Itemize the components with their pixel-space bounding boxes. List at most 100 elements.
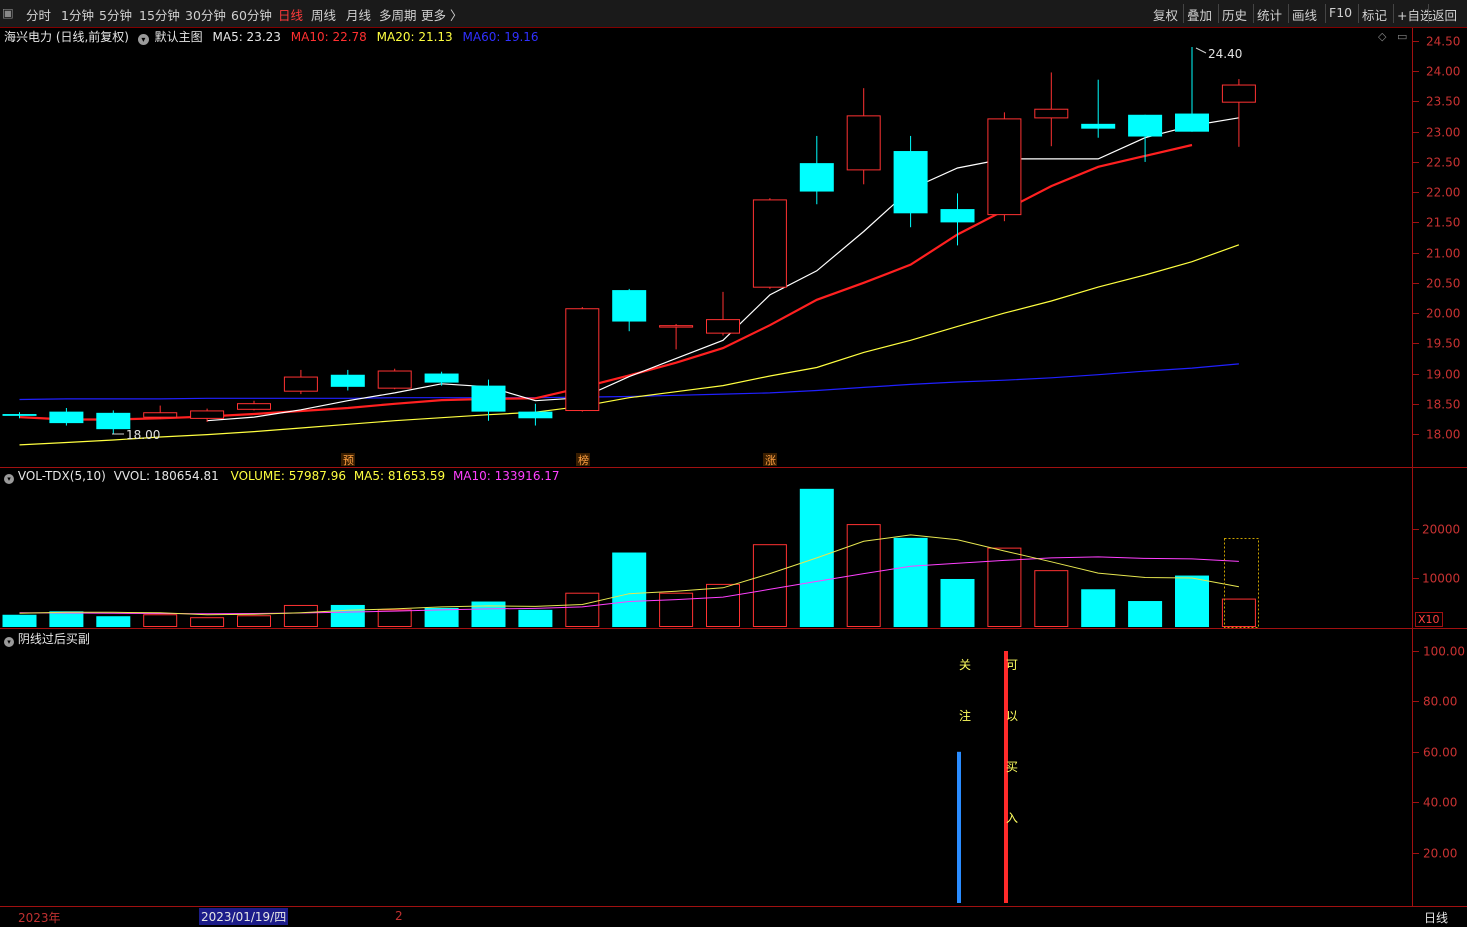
candle-body-down [799, 163, 834, 192]
volume-bar-up [283, 604, 318, 628]
main-header: 海兴电力 (日线,前复权) ▾ 默认主图 MA5: 23.23 MA10: 22… [4, 28, 539, 45]
template-icon[interactable]: ▾ [137, 34, 149, 45]
volume-bar-up [752, 544, 787, 627]
watch-char-1: 关 [959, 658, 972, 672]
candle [706, 291, 740, 336]
signal-bar-0 [957, 751, 961, 903]
volume-bar-down [471, 601, 506, 627]
candle [987, 112, 1022, 222]
y-tick-label: 20.50 [1426, 277, 1460, 291]
y-tick-label: 20.00 [1426, 307, 1460, 321]
candle [565, 307, 600, 412]
buy-char-1: 可 [1006, 658, 1019, 672]
volume-bar-up [1221, 598, 1256, 628]
event-markers: 预 榜 涨 [341, 453, 777, 467]
candle [1081, 79, 1116, 138]
candle-body-up [283, 376, 318, 392]
vol-settings-icon[interactable]: ▾ [4, 474, 14, 484]
candle-body-up [987, 118, 1022, 216]
candle [237, 400, 271, 411]
high-price-marker: 24.40 [1195, 47, 1242, 61]
price-chart[interactable]: 24.50 24.00 23.50 23.00 22.50 22.00 21.50 21.00… [0, 0, 1467, 927]
page-label: 2 [395, 909, 403, 923]
candle-body-up [377, 370, 412, 389]
volume-bar-down [940, 578, 975, 627]
volume-bar-up [1034, 570, 1069, 627]
candle-body-down [1128, 114, 1163, 137]
volume-bar-down [424, 607, 459, 627]
vol-tick-label: 10000 [1422, 572, 1460, 586]
volume-bar-down [1128, 601, 1163, 627]
candle [752, 198, 787, 289]
candle [49, 408, 84, 426]
y-tick-label: 18.50 [1426, 398, 1460, 412]
y-tick-label: 21.00 [1426, 247, 1460, 261]
vol-indicator[interactable]: VOL-TDX(5,10) [18, 469, 106, 483]
volume-bar-up [237, 615, 271, 627]
candle [283, 369, 318, 395]
signal-header: ▾ 阴线过后买副 [4, 630, 90, 647]
candle [424, 371, 459, 386]
candle-body-down [893, 151, 928, 214]
candle-body-down [471, 385, 506, 412]
ma60-value: MA60: 19.16 [462, 30, 539, 44]
candle [612, 288, 647, 332]
signal-bar-1 [1004, 651, 1008, 903]
candle [518, 403, 553, 426]
candle [377, 368, 412, 390]
volume-bar-down [518, 609, 553, 627]
vol-tick-label: 20000 [1422, 523, 1460, 537]
signal-settings-icon[interactable]: ▾ [4, 637, 14, 647]
window-icon[interactable]: ▭ [1397, 30, 1407, 43]
candle-body-down [96, 412, 131, 430]
candle [1221, 79, 1256, 147]
candle [659, 323, 694, 350]
candle-body-down [1175, 113, 1209, 132]
high-price-label: 24.40 [1208, 47, 1242, 61]
y-tick-label: 22.00 [1426, 186, 1460, 200]
watch-char-2: 注 [959, 709, 972, 723]
candle-body-up [143, 412, 178, 418]
period-label[interactable]: 日线 [1424, 909, 1448, 926]
bottom-bar: 2023年 2023/01/19/四 2 日线 [0, 907, 1467, 927]
volume-bar-up [190, 617, 225, 628]
candle [1175, 47, 1209, 132]
candle [893, 135, 928, 228]
candle [846, 88, 881, 185]
candle-body-up [565, 308, 600, 412]
candle-body-down [940, 209, 975, 223]
candle [1128, 114, 1163, 162]
signal-tick-label: 100.00 [1423, 645, 1465, 659]
y-tick-label: 21.50 [1426, 216, 1460, 230]
candle-body-up [706, 319, 740, 334]
candle [940, 193, 975, 246]
ma10-value: MA10: 22.78 [290, 30, 367, 44]
year-label: 2023年 [18, 911, 61, 925]
candle [1034, 72, 1069, 147]
buy-char-2: 以 [1006, 709, 1019, 723]
diamond-icon[interactable]: ◇ [1378, 30, 1387, 43]
signal-tick-label: 20.00 [1423, 847, 1457, 861]
volume-bar-down [2, 614, 37, 627]
candle-body-down [424, 373, 459, 383]
y-tick-label: 23.50 [1426, 95, 1460, 109]
candle-body-up [659, 325, 694, 328]
volume-bar-down [96, 616, 131, 627]
volume-bar-down [893, 537, 928, 627]
buy-char-3: 买 [1006, 760, 1019, 774]
candle-body-down [612, 290, 647, 322]
volume-header: ▾ VOL-TDX(5,10) VVOL: 180654.81 VOLUME: … [4, 469, 560, 484]
template-label[interactable]: 默认主图 [155, 30, 203, 44]
candle [799, 135, 834, 205]
candle-body-up [237, 403, 271, 410]
volume-bar-up [659, 592, 694, 628]
candle-body-down [2, 414, 37, 416]
signal-tick-label: 60.00 [1423, 746, 1457, 760]
y-tick-label: 24.00 [1426, 65, 1460, 79]
ma60-line [19, 363, 1239, 401]
y-tick-label: 19.50 [1426, 337, 1460, 351]
candle [143, 405, 178, 419]
signal-title[interactable]: 阴线过后买副 [18, 632, 90, 646]
volume-value: VOLUME: 57987.96 [230, 469, 346, 483]
candle-body-up [1221, 84, 1256, 103]
